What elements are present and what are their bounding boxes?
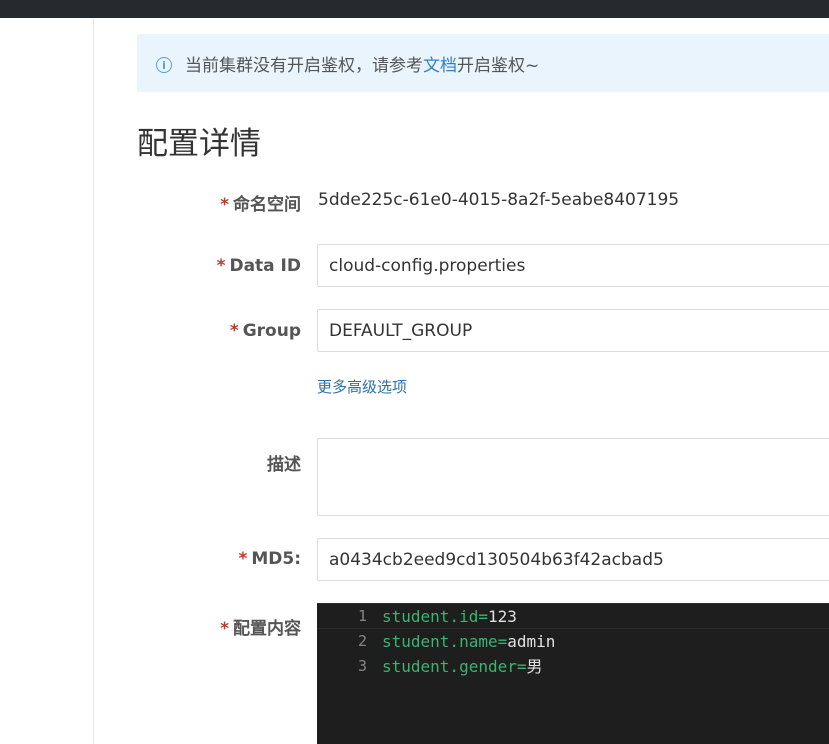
md5-label: * MD5:	[238, 549, 301, 569]
data-id-label: * Data ID	[216, 256, 301, 276]
group-field[interactable]: DEFAULT_GROUP	[317, 309, 829, 352]
code-key: student.gender	[382, 657, 517, 676]
notice-docs-link[interactable]: 文档	[423, 51, 457, 76]
md5-field[interactable]: a0434cb2eed9cd130504b63f42acbad5	[317, 538, 829, 581]
notice-text-before: 当前集群没有开启鉴权，请参考	[185, 55, 423, 76]
code-key: student.id	[382, 607, 479, 626]
code-key: student.name	[382, 631, 498, 651]
advanced-options-link[interactable]: 更多高级选项	[317, 376, 407, 397]
code-line[interactable]: 3 student.gender=男	[317, 654, 829, 680]
namespace-label: * 命名空间	[220, 195, 301, 215]
code-value: 男	[526, 657, 543, 676]
auth-notice: i 当前集群没有开启鉴权，请参考 文档 开启鉴权~	[137, 34, 829, 92]
description-label: 描述	[267, 455, 301, 475]
required-mark: *	[220, 619, 229, 639]
code-value: admin	[507, 631, 556, 651]
line-number: 2	[357, 631, 367, 650]
line-number: 1	[357, 607, 367, 625]
info-circle-icon: i	[156, 57, 172, 73]
group-label: * Group	[229, 321, 301, 341]
description-textarea[interactable]	[317, 438, 829, 516]
required-mark: *	[220, 195, 229, 215]
page-title: 配置详情	[137, 126, 261, 162]
code-line[interactable]: 1 student.id=123	[317, 603, 829, 629]
code-equals: =	[516, 657, 527, 676]
code-line[interactable]: 2 student.name=admin	[317, 629, 829, 655]
top-nav-bar	[0, 0, 829, 18]
code-equals: =	[478, 607, 488, 626]
code-value: 123	[487, 607, 517, 626]
code-equals: =	[497, 631, 508, 651]
content-label: * 配置内容	[220, 619, 301, 639]
line-number: 3	[357, 657, 367, 675]
required-mark: *	[229, 321, 239, 341]
required-mark: *	[216, 256, 226, 276]
sidebar	[0, 18, 94, 744]
namespace-value: 5dde225c-61e0-4015-8a2f-5eabe8407195	[318, 190, 680, 210]
config-content-editor[interactable]: 1 student.id=123 2 student.name=admin 3 …	[317, 603, 829, 744]
data-id-field[interactable]: cloud-config.properties	[317, 244, 829, 287]
notice-text-after: 开启鉴权~	[457, 55, 540, 76]
required-mark: *	[238, 549, 248, 569]
